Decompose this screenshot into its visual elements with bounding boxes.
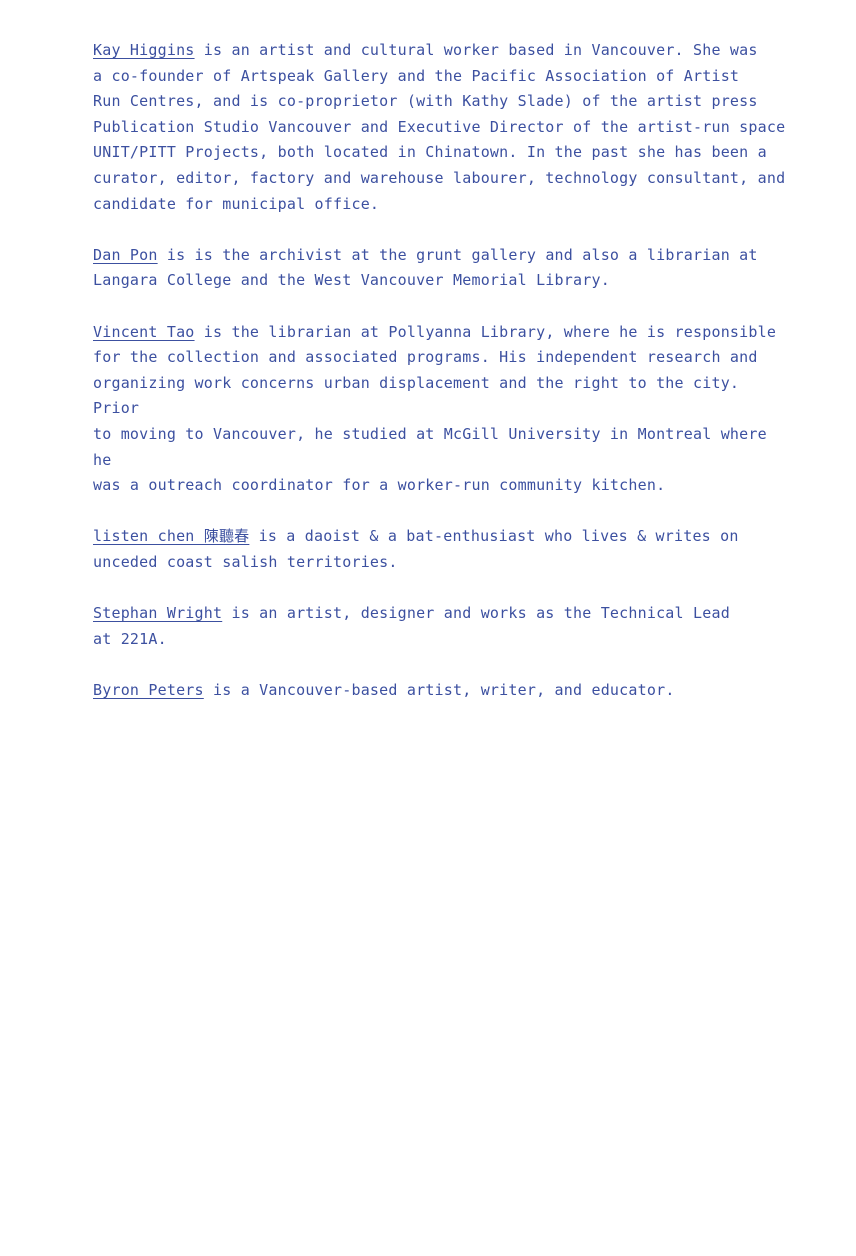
bio-dan-pon: Dan Pon is is the archivist at the grunt… (93, 243, 793, 294)
bio-name-link[interactable]: listen chen 陳聽春 (93, 527, 249, 545)
bio-stephan-wright: Stephan Wright is an artist, designer an… (93, 601, 793, 652)
bio-vincent-tao: Vincent Tao is the librarian at Pollyann… (93, 320, 793, 499)
bio-name-link[interactable]: Dan Pon (93, 246, 158, 264)
bio-name-link[interactable]: Byron Peters (93, 681, 204, 699)
bio-name-link[interactable]: Vincent Tao (93, 323, 195, 341)
bio-text: is an artist and cultural worker based i… (93, 41, 786, 213)
bio-byron-peters: Byron Peters is a Vancouver-based artist… (93, 678, 793, 704)
bio-kay-higgins: Kay Higgins is an artist and cultural wo… (93, 38, 793, 217)
bio-text: is is the archivist at the grunt gallery… (93, 245, 758, 290)
bios-list: Kay Higgins is an artist and cultural wo… (93, 38, 793, 729)
bio-name-link[interactable]: Stephan Wright (93, 604, 222, 622)
bio-name-link[interactable]: Kay Higgins (93, 41, 195, 59)
bio-text: is the librarian at Pollyanna Library, w… (93, 322, 777, 495)
bio-listen-chen: listen chen 陳聽春 is a daoist & a bat-enth… (93, 524, 793, 575)
bio-text: is a Vancouver-based artist, writer, and… (203, 680, 675, 699)
